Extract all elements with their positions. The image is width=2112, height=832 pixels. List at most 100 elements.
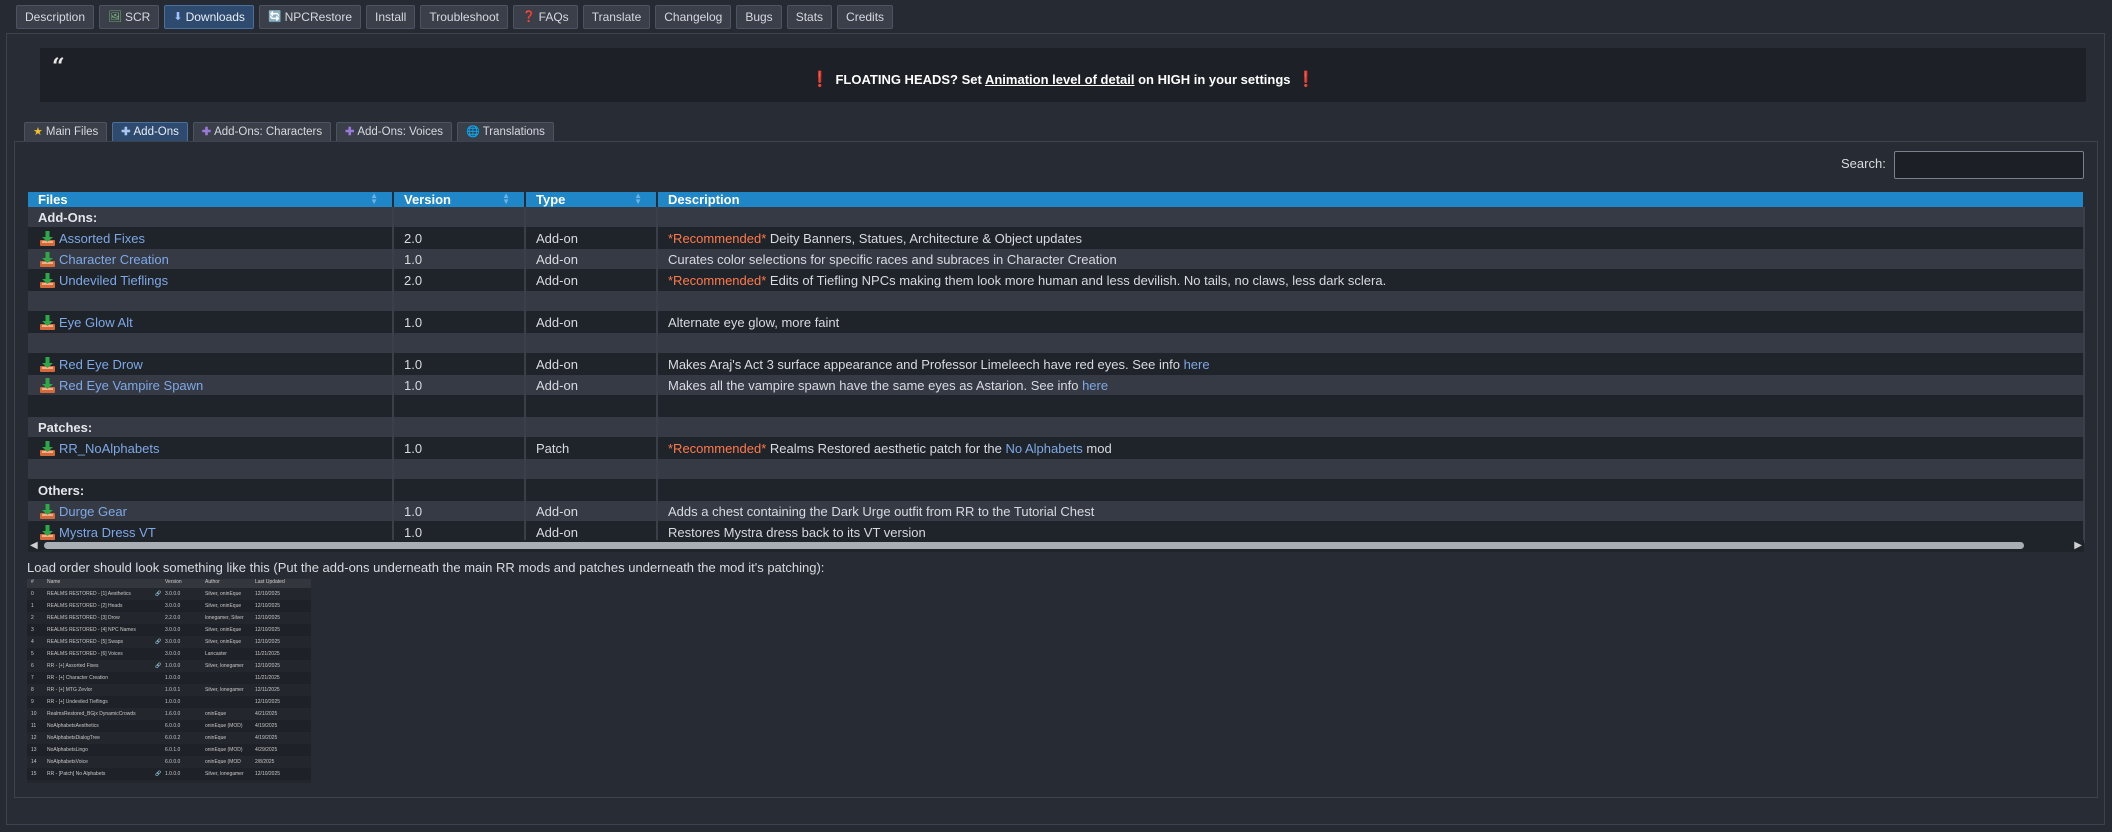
description-text: Edits of Tiefling NPCs making them look …: [766, 272, 1387, 288]
recommended-tag: *Recommended*: [668, 272, 767, 288]
type-cell: Add-on: [525, 353, 658, 375]
column-header-version[interactable]: Version ▲ ▼: [393, 192, 526, 207]
description-link[interactable]: here: [1184, 357, 1210, 372]
search-input[interactable]: [1894, 151, 2084, 179]
download-file-icon[interactable]: [39, 503, 56, 520]
empty-cell: [657, 416, 2085, 438]
banner-link[interactable]: Animation level of detail: [985, 72, 1135, 87]
tab-faqs[interactable]: ❓ FAQs: [512, 5, 578, 29]
file-link[interactable]: Mystra Dress VT: [59, 525, 156, 540]
download-file-icon[interactable]: [39, 377, 56, 394]
download-file-icon[interactable]: [39, 314, 56, 331]
subtab-add-ons-voices[interactable]: ✚ Add-Ons: Voices: [336, 122, 452, 142]
column-header-type[interactable]: Type ▲ ▼: [525, 191, 658, 207]
load-order-cell: NoAlphabetsLingo: [47, 747, 88, 753]
type-cell: Add-on: [525, 500, 658, 522]
banner-text-prefix: FLOATING HEADS? Set: [835, 72, 985, 87]
tab-bugs[interactable]: Bugs: [736, 5, 782, 29]
subtab-add-ons[interactable]: ✚ Add-Ons: [112, 122, 188, 142]
file-link[interactable]: RR_NoAlphabets: [59, 441, 159, 456]
scrollbar-thumb[interactable]: [44, 542, 2024, 549]
tab-npcrestore[interactable]: 🔄 NPCRestore: [258, 5, 361, 29]
tab-translate[interactable]: Translate: [582, 5, 651, 29]
description-link[interactable]: No Alphabets: [1005, 441, 1082, 456]
download-file-icon[interactable]: [39, 440, 56, 457]
tab-install[interactable]: Install: [366, 5, 416, 29]
load-order-cell: 6.0.0.0: [165, 759, 181, 765]
load-order-cell: RR - [+] Character Creation: [47, 675, 108, 681]
subtab-main-files[interactable]: ★ Main Files: [24, 122, 108, 142]
description-text: Realms Restored aesthetic patch for the: [766, 440, 1006, 456]
tab-label: Troubleshoot: [429, 10, 499, 24]
empty-cell: [525, 395, 658, 417]
version-cell: 1.0: [393, 311, 526, 333]
description-cell: *Recommended* Edits of Tiefling NPCs mak…: [657, 269, 2085, 291]
subtab-add-ons-characters[interactable]: ✚ Add-Ons: Characters: [192, 122, 332, 142]
top-tab-bar: Description 🖼 SCR ⬇ Downloads 🔄 NPCRestore Inst…: [16, 5, 894, 31]
load-order-cell: 11: [31, 723, 37, 729]
section-label: Others:: [28, 479, 394, 501]
load-order-cell: 6.0.0.0: [165, 723, 181, 729]
file-link[interactable]: Undeviled Tieflings: [59, 273, 168, 288]
subtab-label: Translations: [482, 126, 545, 138]
load-order-row: 6 RR - [+] Assorted Fixes 🔗 1.0.0.0 Silver, …: [27, 660, 311, 672]
file-link[interactable]: Durge Gear: [59, 504, 127, 519]
load-order-cell: 12/10/2025: [255, 627, 281, 633]
load-order-row: 9 RR - [+] Undeviled Tieflings 1.0.0.0 12/1…: [27, 696, 311, 708]
description-text: Makes all the vampire spawn have the sam…: [668, 377, 1083, 393]
download-file-icon[interactable]: [39, 356, 56, 373]
sort-icon: ▲ ▼: [634, 191, 642, 206]
type-cell: Add-on: [525, 248, 658, 270]
download-file-icon[interactable]: [39, 524, 56, 541]
file-link[interactable]: Assorted Fixes: [59, 231, 145, 246]
load-order-cell: 4/29/2025: [255, 747, 278, 753]
file-cell: Red Eye Drow: [28, 353, 394, 375]
download-file-icon[interactable]: [39, 251, 56, 268]
load-order-cell: Silver, oninEque: [205, 639, 242, 645]
load-order-cell: 2.2.0.0: [165, 615, 181, 621]
description-text: Makes Araj's Act 3 surface appearance an…: [668, 356, 1184, 372]
load-order-row: 8 RR - [+] MTG Zevlor 1.0.0.1 Silver, loneg…: [27, 684, 311, 696]
horizontal-scrollbar[interactable]: ◀ ▶: [28, 540, 2084, 552]
refresh-icon: 🔄: [267, 10, 282, 23]
tab-troubleshoot[interactable]: Troubleshoot: [420, 5, 508, 29]
load-order-cell: 11/21/2025: [255, 651, 280, 657]
load-order-text: Load order should look something like th…: [27, 560, 825, 575]
description-link[interactable]: here: [1082, 378, 1108, 393]
plus-icon: ✚: [345, 125, 355, 138]
description-cell: Curates color selections for specific ra…: [657, 248, 2085, 270]
tab-scr[interactable]: 🖼 SCR: [99, 5, 160, 29]
file-link[interactable]: Eye Glow Alt: [59, 315, 133, 330]
file-link[interactable]: Character Creation: [59, 252, 169, 267]
load-order-cell: 12/10/2025: [255, 639, 281, 645]
recommended-tag: *Recommended*: [668, 230, 767, 246]
tab-stats[interactable]: Stats: [786, 5, 833, 29]
download-file-icon[interactable]: [39, 230, 56, 247]
version-cell: 1.0: [393, 248, 526, 270]
load-order-cell: REALMS RESTORED - [2] Heads: [47, 603, 123, 609]
scroll-left-arrow-icon[interactable]: ◀: [30, 540, 38, 551]
empty-cell: [393, 332, 526, 354]
file-link[interactable]: Red Eye Drow: [59, 357, 143, 372]
load-order-header-cell: Name: [47, 579, 61, 585]
column-header-description[interactable]: Description: [657, 192, 2085, 207]
type-cell: Add-on: [525, 227, 658, 249]
tab-downloads[interactable]: ⬇ Downloads: [164, 5, 254, 29]
scroll-right-arrow-icon[interactable]: ▶: [2074, 540, 2082, 551]
tab-description[interactable]: Description: [16, 5, 95, 29]
load-order-cell: 1.0.0.0: [165, 699, 181, 705]
table-row: Eye Glow Alt 1.0 Add-on Alternate eye glow,…: [28, 311, 2085, 333]
load-order-cell: 12/10/2025: [255, 615, 281, 621]
subtab-translations[interactable]: 🌐 Translations: [457, 122, 554, 142]
recommended-tag: *Recommended*: [668, 440, 767, 456]
download-file-icon[interactable]: [39, 272, 56, 289]
tab-credits[interactable]: Credits: [837, 5, 894, 29]
load-order-header-cell: Last Updated: [255, 579, 285, 585]
load-order-cell: 3.0.0.0: [165, 591, 181, 597]
file-link[interactable]: Red Eye Vampire Spawn: [59, 378, 203, 393]
column-header-files[interactable]: Files ▲ ▼: [28, 192, 394, 207]
table-header-row: Files ▲ ▼ Version ▲ ▼ Type ▲ ▼ Description: [28, 191, 2085, 207]
load-order-cell: RealmsRestored_BGjx DynamicCrowds: [47, 711, 136, 717]
load-order-cell: Silver, oninEque: [205, 591, 242, 597]
tab-changelog[interactable]: Changelog: [655, 5, 732, 29]
